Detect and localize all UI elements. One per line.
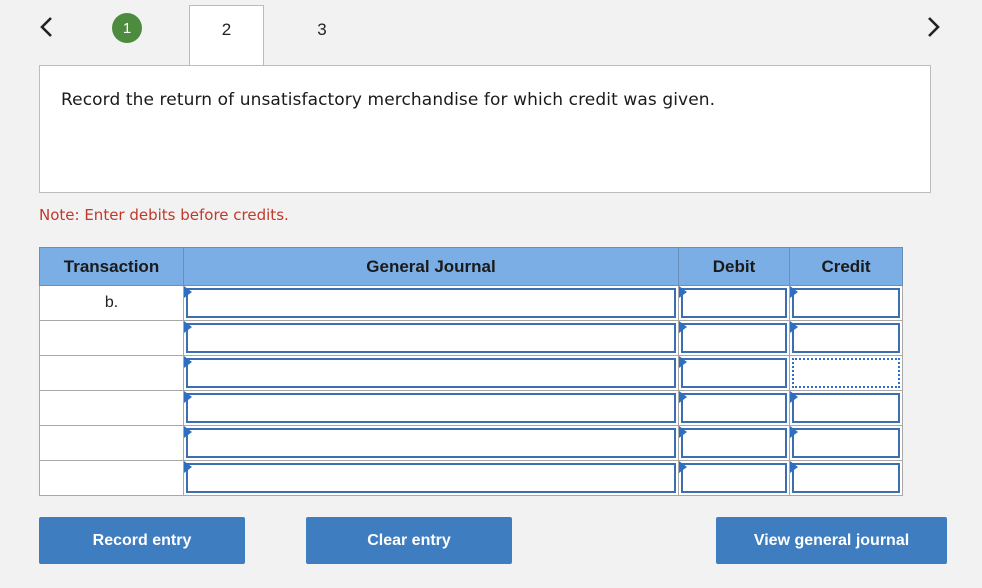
tab-2[interactable]: 2 bbox=[189, 5, 264, 67]
header-debit: Debit bbox=[678, 247, 790, 286]
tab-1[interactable]: 1 bbox=[112, 13, 142, 43]
journal-cell bbox=[183, 425, 679, 461]
dropdown-indicator-icon bbox=[184, 426, 192, 438]
chevron-left-icon[interactable] bbox=[34, 12, 58, 42]
transaction-cell bbox=[39, 320, 184, 356]
tab-3[interactable]: 3 bbox=[304, 18, 340, 42]
debit-input[interactable] bbox=[681, 358, 787, 388]
journal-cell bbox=[183, 285, 679, 321]
dropdown-indicator-icon bbox=[679, 286, 687, 298]
credit-cell bbox=[789, 285, 903, 321]
debit-input[interactable] bbox=[681, 323, 787, 353]
instruction-text: Record the return of unsatisfactory merc… bbox=[61, 90, 716, 110]
credit-cell bbox=[789, 390, 903, 426]
table-header-row: Transaction General Journal Debit Credit bbox=[39, 247, 903, 286]
transaction-cell bbox=[39, 355, 184, 391]
table-row bbox=[39, 425, 903, 461]
dropdown-indicator-icon bbox=[679, 461, 687, 473]
record-entry-button[interactable]: Record entry bbox=[39, 517, 245, 564]
transaction-cell bbox=[39, 425, 184, 461]
table-row bbox=[39, 320, 903, 356]
dropdown-indicator-icon bbox=[790, 426, 798, 438]
journal-cell bbox=[183, 390, 679, 426]
table-row bbox=[39, 355, 903, 391]
clear-entry-button[interactable]: Clear entry bbox=[306, 517, 512, 564]
dropdown-indicator-icon bbox=[679, 426, 687, 438]
table-row: b. bbox=[39, 285, 903, 321]
debit-input[interactable] bbox=[681, 393, 787, 423]
dropdown-indicator-icon bbox=[184, 321, 192, 333]
credit-cell bbox=[789, 460, 903, 496]
credit-cell bbox=[789, 425, 903, 461]
dropdown-indicator-icon bbox=[679, 356, 687, 368]
account-input[interactable] bbox=[186, 288, 676, 318]
transaction-cell: b. bbox=[39, 285, 184, 321]
journal-cell bbox=[183, 460, 679, 496]
transaction-cell bbox=[39, 390, 184, 426]
credit-cell bbox=[789, 355, 903, 391]
account-input[interactable] bbox=[186, 428, 676, 458]
dropdown-indicator-icon bbox=[184, 461, 192, 473]
credit-cell bbox=[789, 320, 903, 356]
dropdown-indicator-icon bbox=[679, 391, 687, 403]
account-input[interactable] bbox=[186, 393, 676, 423]
debit-cell bbox=[678, 355, 790, 391]
account-input[interactable] bbox=[186, 358, 676, 388]
debit-cell bbox=[678, 320, 790, 356]
debit-input[interactable] bbox=[681, 463, 787, 493]
journal-table: Transaction General Journal Debit Credit… bbox=[39, 247, 903, 496]
debit-input[interactable] bbox=[681, 288, 787, 318]
credit-input[interactable] bbox=[792, 463, 900, 493]
header-general-journal: General Journal bbox=[183, 247, 679, 286]
account-input[interactable] bbox=[186, 463, 676, 493]
debit-cell bbox=[678, 460, 790, 496]
dropdown-indicator-icon bbox=[679, 321, 687, 333]
account-input[interactable] bbox=[186, 323, 676, 353]
note-text: Note: Enter debits before credits. bbox=[39, 206, 289, 224]
transaction-cell bbox=[39, 460, 184, 496]
header-transaction: Transaction bbox=[39, 247, 184, 286]
chevron-right-icon[interactable] bbox=[922, 12, 946, 42]
instruction-box: Record the return of unsatisfactory merc… bbox=[39, 65, 931, 193]
credit-input[interactable] bbox=[792, 323, 900, 353]
journal-cell bbox=[183, 320, 679, 356]
journal-cell bbox=[183, 355, 679, 391]
header-credit: Credit bbox=[789, 247, 903, 286]
dropdown-indicator-icon bbox=[184, 356, 192, 368]
dropdown-indicator-icon bbox=[790, 391, 798, 403]
credit-input[interactable] bbox=[792, 393, 900, 423]
credit-input-focused[interactable] bbox=[792, 358, 900, 388]
dropdown-indicator-icon bbox=[184, 286, 192, 298]
dropdown-indicator-icon bbox=[184, 391, 192, 403]
credit-input[interactable] bbox=[792, 288, 900, 318]
table-row bbox=[39, 460, 903, 496]
debit-cell bbox=[678, 425, 790, 461]
debit-cell bbox=[678, 390, 790, 426]
table-row bbox=[39, 390, 903, 426]
debit-cell bbox=[678, 285, 790, 321]
debit-input[interactable] bbox=[681, 428, 787, 458]
dropdown-indicator-icon bbox=[790, 286, 798, 298]
view-general-journal-button[interactable]: View general journal bbox=[716, 517, 947, 564]
credit-input[interactable] bbox=[792, 428, 900, 458]
dropdown-indicator-icon bbox=[790, 461, 798, 473]
dropdown-indicator-icon bbox=[790, 321, 798, 333]
